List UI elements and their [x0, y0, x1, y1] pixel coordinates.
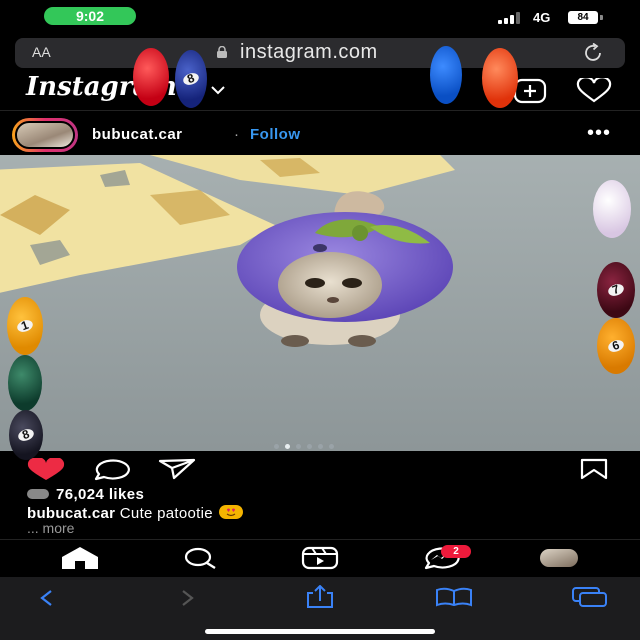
- status-time: 9:02: [44, 7, 136, 25]
- carousel-indicator: [274, 436, 366, 449]
- carousel-dot: [296, 444, 301, 449]
- carousel-dot: [329, 444, 334, 449]
- comment-icon[interactable]: [92, 458, 132, 482]
- dark-8-ball-decoration: 8: [9, 410, 43, 460]
- bookmarks-icon[interactable]: [434, 587, 474, 607]
- red-ball-decoration: [133, 48, 169, 106]
- more-options-icon[interactable]: •••: [587, 123, 611, 143]
- carousel-dot: [274, 444, 279, 449]
- post-photo[interactable]: [0, 155, 640, 451]
- liked-by-avatar: [27, 489, 49, 499]
- chevron-down-icon[interactable]: [208, 82, 228, 98]
- battery-tip: [600, 15, 603, 20]
- avatar[interactable]: [15, 121, 75, 149]
- text-size-button[interactable]: AA: [32, 44, 51, 60]
- maroon-7-ball-decoration: 7: [597, 262, 635, 318]
- caption-text: Cute patootie: [119, 505, 213, 522]
- heart-filled-icon[interactable]: [25, 458, 67, 482]
- ball-number: 7: [606, 282, 626, 298]
- home-icon[interactable]: [60, 546, 100, 570]
- heart-eyes-emoji-icon: [218, 505, 243, 519]
- carousel-dot: [285, 444, 290, 449]
- reels-icon[interactable]: [300, 546, 340, 570]
- network-label: 4G: [533, 10, 551, 25]
- lock-icon: [217, 46, 227, 58]
- new-post-icon[interactable]: [513, 78, 547, 104]
- ball-number: 1: [15, 318, 35, 334]
- heart-outline-icon[interactable]: [575, 78, 613, 104]
- home-indicator: [205, 629, 435, 634]
- carousel-dot: [318, 444, 323, 449]
- post-username[interactable]: bubucat.car: [92, 126, 183, 143]
- caption-more-link[interactable]: ... more: [27, 520, 74, 536]
- orange-6-ball-decoration: 6: [597, 318, 635, 374]
- orange-ball-decoration: [482, 48, 518, 108]
- search-icon[interactable]: [180, 546, 220, 570]
- share-sheet-icon[interactable]: [303, 585, 337, 609]
- green-ball-decoration: [8, 355, 42, 411]
- follow-button[interactable]: Follow: [250, 126, 301, 143]
- carousel-dot: [307, 444, 312, 449]
- messages-badge: 2: [441, 545, 471, 558]
- blue-ball-decoration: [430, 46, 462, 104]
- url-text[interactable]: instagram.com: [240, 41, 378, 64]
- ball-number: 8: [181, 71, 201, 87]
- back-arrow-icon[interactable]: [36, 589, 58, 607]
- separator-dot: ·: [234, 126, 239, 143]
- orange-1-ball-decoration: 1: [7, 297, 43, 355]
- ball-number: 8: [16, 427, 36, 443]
- forward-arrow-icon[interactable]: [176, 589, 198, 607]
- signal-icon: [498, 12, 524, 24]
- battery-icon: 84: [568, 11, 598, 24]
- bookmark-icon[interactable]: [578, 458, 610, 480]
- tabs-icon[interactable]: [570, 586, 610, 608]
- share-icon[interactable]: [158, 458, 196, 480]
- profile-avatar[interactable]: [540, 549, 578, 567]
- reload-icon[interactable]: [583, 43, 605, 63]
- ball-number: 6: [606, 338, 626, 354]
- likes-count[interactable]: 76,024 likes: [56, 486, 144, 503]
- white-ball-decoration: [593, 180, 631, 238]
- blue-8-ball-decoration: 8: [175, 50, 207, 108]
